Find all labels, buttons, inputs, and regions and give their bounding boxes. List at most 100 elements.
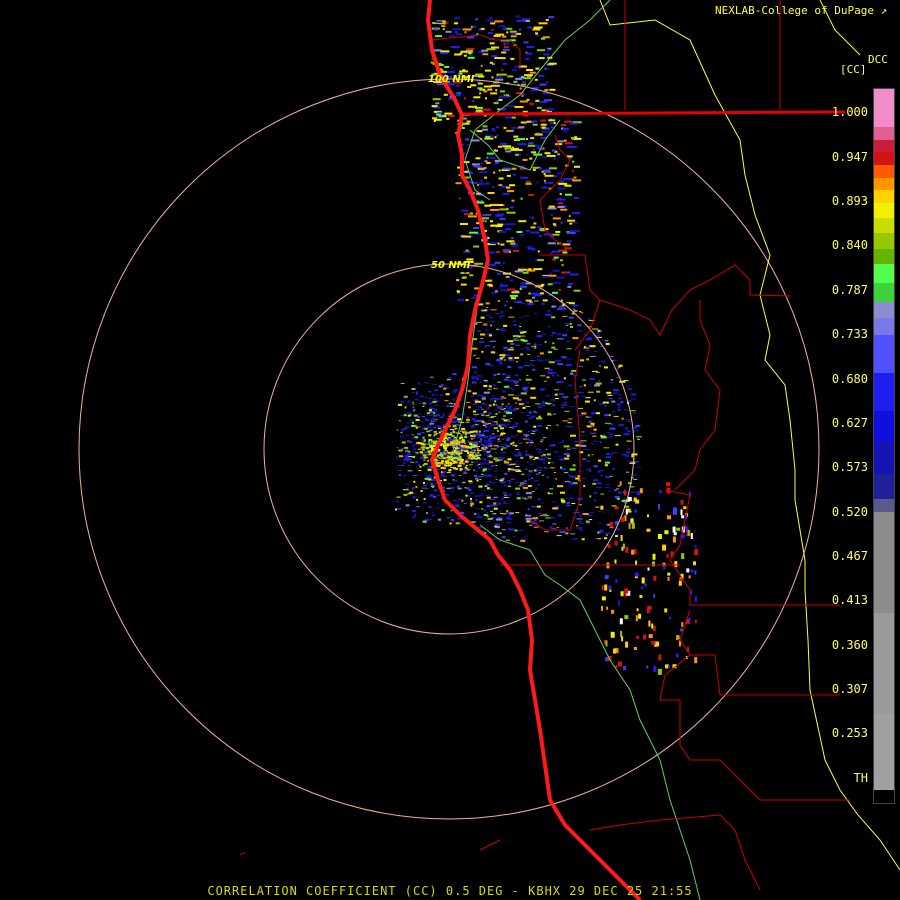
echo-pixel (480, 440, 483, 443)
echo-pixel (432, 514, 435, 516)
echo-pixel (604, 461, 610, 464)
echo-pixel (471, 450, 475, 453)
echo-pixel (465, 299, 469, 302)
scale-label: 0.840 (831, 238, 868, 252)
echo-pixel (520, 483, 527, 485)
echo-pixel (535, 403, 541, 405)
echo-pixel (444, 451, 447, 454)
echo-pixel (485, 494, 490, 496)
echo-pixel (442, 413, 445, 416)
echo-pixel (571, 503, 576, 504)
echo-pixel (663, 565, 666, 570)
echo-pixel (407, 458, 412, 461)
echo-pixel (548, 461, 550, 464)
echo-pixel (500, 448, 503, 451)
echo-pixel (533, 459, 536, 461)
echo-pixel (533, 425, 537, 428)
echo-pixel (493, 507, 498, 510)
echo-pixel (673, 507, 677, 512)
echo-pixel (444, 112, 453, 115)
echo-pixel (415, 438, 418, 440)
echo-pixel (603, 360, 606, 363)
echo-pixel (502, 262, 505, 265)
echo-pixel (466, 467, 469, 469)
echo-pixel (577, 470, 584, 472)
echo-pixel (573, 196, 579, 199)
echo-pixel (400, 431, 403, 433)
echo-pixel (512, 536, 515, 538)
echo-pixel (662, 544, 667, 551)
echo-pixel (453, 461, 458, 464)
echo-pixel (489, 340, 496, 342)
echo-pixel (597, 522, 602, 524)
echo-pixel (426, 412, 430, 415)
echo-pixel (564, 457, 569, 460)
echo-pixel (611, 400, 616, 403)
echo-pixel (490, 220, 493, 223)
echo-pixel (504, 472, 508, 475)
echo-pixel (542, 156, 548, 159)
echo-pixel (480, 495, 484, 497)
echo-pixel (500, 423, 506, 426)
echo-pixel (479, 168, 484, 171)
echo-pixel (399, 436, 404, 438)
echo-pixel (501, 418, 505, 420)
echo-pixel (411, 392, 415, 393)
echo-pixel (491, 416, 495, 417)
echo-pixel (581, 478, 586, 480)
scale-label: 0.413 (831, 593, 868, 607)
echo-pixel (487, 438, 491, 441)
echo-pixel (452, 390, 456, 393)
echo-pixel (532, 168, 536, 171)
echo-pixel (419, 451, 423, 454)
echo-pixel (412, 445, 415, 448)
echo-pixel (528, 470, 532, 472)
echo-pixel (592, 424, 595, 427)
echo-pixel (539, 83, 547, 86)
echo-pixel (543, 380, 547, 382)
echo-pixel (486, 512, 489, 513)
echo-pixel (539, 352, 544, 355)
echo-pixel (629, 410, 636, 412)
echo-pixel (498, 169, 501, 172)
echo-pixel (619, 481, 622, 486)
echo-pixel (688, 575, 691, 579)
echo-pixel (473, 96, 481, 99)
echo-pixel (618, 364, 623, 367)
echo-pixel (444, 466, 448, 468)
echo-pixel (532, 217, 535, 220)
echo-pixel (417, 415, 420, 418)
echo-pixel (471, 100, 475, 103)
echo-pixel (544, 340, 547, 343)
echo-pixel (418, 426, 422, 428)
echo-pixel (423, 417, 427, 419)
echo-pixel (568, 302, 575, 305)
echo-pixel (441, 451, 444, 454)
echo-pixel (493, 374, 497, 376)
echo-pixel (621, 499, 625, 502)
echo-pixel (621, 636, 624, 642)
echo-pixel (543, 170, 551, 173)
echo-pixel (510, 242, 516, 245)
echo-pixel (526, 138, 528, 140)
echo-pixel (525, 406, 531, 407)
echo-pixel (578, 407, 583, 409)
echo-pixel (529, 457, 532, 459)
echo-pixel (468, 495, 471, 498)
echo-pixel (476, 433, 481, 435)
echo-pixel (676, 527, 681, 531)
echo-pixel (597, 482, 602, 485)
echo-pixel (506, 300, 508, 302)
echo-pixel (440, 383, 444, 386)
echo-pixel (499, 316, 503, 318)
echo-pixel (608, 490, 611, 492)
echo-pixel (490, 510, 493, 512)
echo-pixel (487, 468, 491, 470)
echo-pixel (520, 176, 529, 179)
echo-pixel (432, 495, 436, 498)
echo-pixel (575, 465, 578, 467)
echo-pixel (596, 390, 601, 393)
echo-pixel (536, 226, 542, 229)
echo-pixel (460, 223, 468, 225)
echo-pixel (433, 435, 435, 437)
